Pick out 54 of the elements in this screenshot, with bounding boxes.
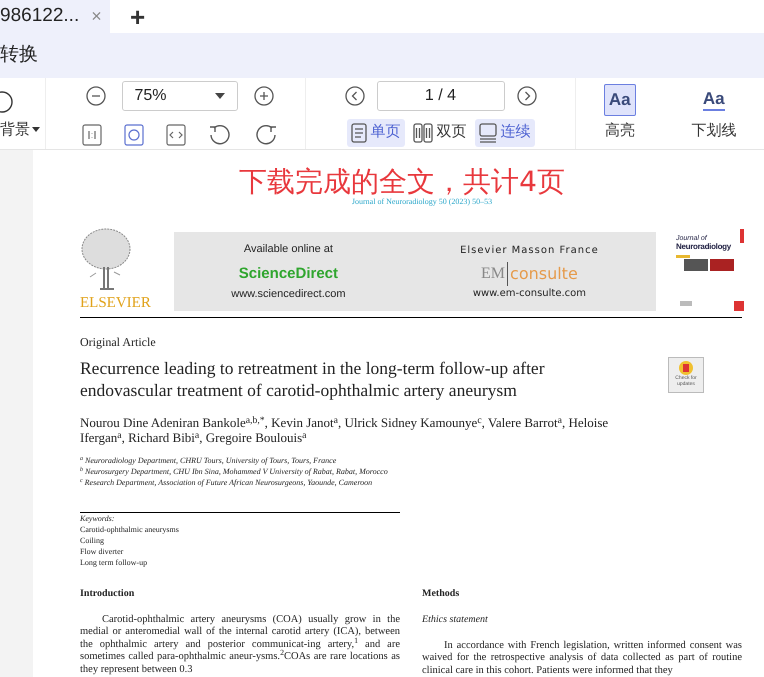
keyword: Flow diverter: [80, 546, 124, 556]
rotate-left-icon[interactable]: [208, 122, 232, 146]
document-tab[interactable]: 986122... ×: [0, 0, 110, 33]
zoom-in-icon[interactable]: [254, 86, 274, 106]
article-title: Recurrence leading to retreatment in the long-term follow-up after endovascular treatment of carotid-ophthalmic artery aneurysm: [80, 357, 546, 402]
keywords-heading: Keywords:: [80, 512, 116, 524]
keyword: Long term follow-up: [80, 556, 148, 568]
caret-icon: [32, 127, 40, 132]
previous-page-icon[interactable]: [344, 86, 364, 106]
affiliation: $^{c}$ Research Department, Association of Future African Neurosurgeons, Yaounde, Cameroon: [80, 477, 374, 488]
rotate-right-icon[interactable]: [254, 122, 278, 146]
banner-url: www.sciencedirect.com: [231, 286, 346, 302]
sciencedirect-logo: ScienceDirect: [238, 264, 338, 284]
affiliation: $^{a}$ Neuroradiology Department, CHRU Tours, University of Tours, Tours, France: [80, 455, 338, 466]
section-heading: Methods: [422, 588, 460, 600]
background-button[interactable]: 背景: [0, 118, 45, 141]
keyword: Coiling: [80, 534, 106, 546]
two-pages-icon: [412, 122, 432, 142]
zoom-value: 75%: [134, 86, 167, 106]
view-mode-button[interactable]: 双页: [408, 118, 470, 146]
fit-page-icon[interactable]: [124, 124, 144, 146]
download-notice: 下载完成的全文，共计4页: [239, 167, 565, 197]
view-mode-button[interactable]: 单页: [346, 118, 404, 146]
banner-url: www.em-consulte.com: [472, 286, 586, 300]
actual-size-icon[interactable]: [82, 124, 102, 146]
publisher-logo-text: ELSEVIER: [80, 295, 151, 311]
tab-title: 986122...: [0, 4, 80, 28]
banner-heading: Elsevier Masson France: [460, 244, 599, 258]
menu-item[interactable]: 转换: [0, 41, 38, 70]
banner-heading: Available online at: [244, 242, 333, 257]
author-list: Nourou Dine Adeniran Bankole$^{a,b,*}$, Kevin Janot$^{a}$, Ulrick Sidney Kamounye$^{c}$, Valere Barrot$^{a}$, Heloise Ifergan$^{a}$, Richard Bibi$^{a}$, Gregoire Boulouis$^{a}$: [80, 415, 628, 446]
subsection-heading: Ethics statement: [422, 614, 489, 626]
page-icon: [350, 122, 366, 142]
tree-logo-drawing: [80, 227, 132, 293]
page-number-field[interactable]: 1 / 4: [376, 80, 504, 110]
zoom-out-icon[interactable]: [86, 86, 106, 106]
dropdown-caret-icon: [214, 92, 224, 98]
fit-width-icon[interactable]: [166, 124, 186, 146]
text-style-icon: Aa: [604, 84, 636, 116]
text-style-button[interactable]: Aa 高亮: [604, 84, 636, 143]
section-heading: Introduction: [80, 588, 136, 600]
new-tab-button[interactable]: +: [130, 4, 146, 30]
stacked-pages-icon: [478, 122, 496, 142]
affiliation: $^{b}$ Neurosurgery Department, CHU Ibn Sina, Mohammed V University of Rabat, Rabat, Morocco: [80, 466, 389, 478]
article-type: Original Article: [80, 334, 157, 352]
body-paragraph: In accordance with French legislation, written informed consent was waived for the retrospective analysis of data collected as part of routine clinical care in this cohort. Patients were informed that they: [422, 640, 742, 677]
journal-citation: Journal of Neuroradiology 50 (2023) 50–53: [352, 197, 492, 207]
text-style-button[interactable]: Aa 下划线: [691, 84, 736, 143]
next-page-icon[interactable]: [516, 86, 536, 106]
view-mode-button[interactable]: 连续: [474, 118, 534, 146]
emconsulte-logo: EM consulte: [481, 262, 578, 286]
keyword: Carotid-ophthalmic aneurysms: [80, 524, 180, 534]
zoom-dropdown[interactable]: 75%: [122, 80, 238, 110]
body-paragraph: Carotid-ophthalmic artery aneurysms (COA) usually grow in the medial or anteromedial wall of the internal carotid artery (ICA), between the ophthalmic artery and posterior communicat-ing artery,$^{1}$ and are sometimes called para-ophthalmic aneur-ysms.$^{2}$COAs are rare locations as they represent between 0.3: [80, 614, 400, 676]
